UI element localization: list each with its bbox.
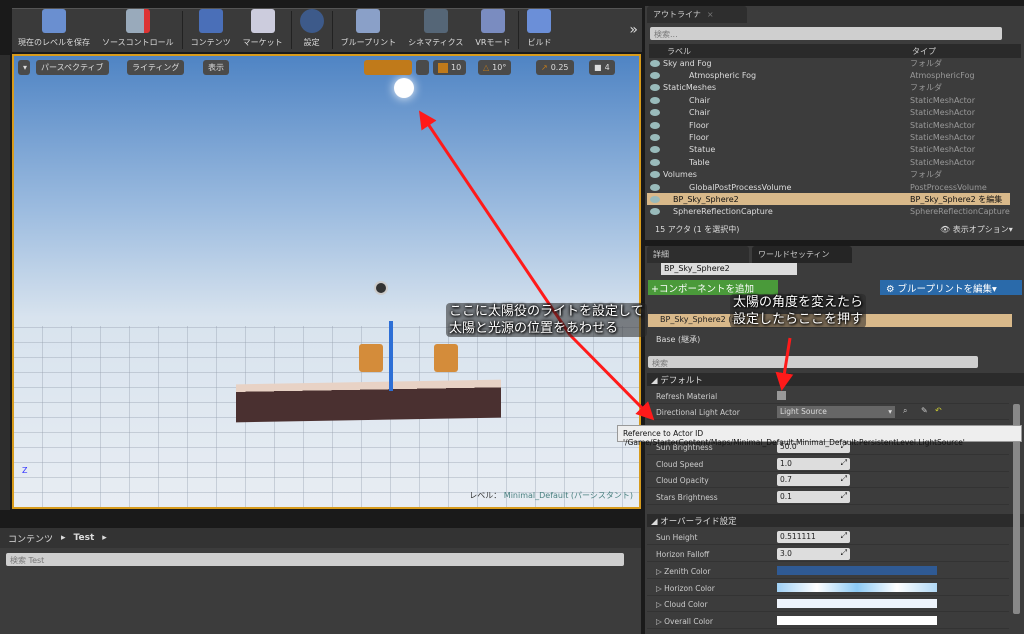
annotation-refresh-note: 太陽の角度を変えたら 設定したらここを押す <box>730 294 867 328</box>
arrow-to-light-actor <box>568 333 655 421</box>
arrow-to-refresh <box>775 337 794 391</box>
annotation-light-note: ここに太陽役のライトを設定して 太陽と光源の位置をあわせる <box>446 303 647 337</box>
